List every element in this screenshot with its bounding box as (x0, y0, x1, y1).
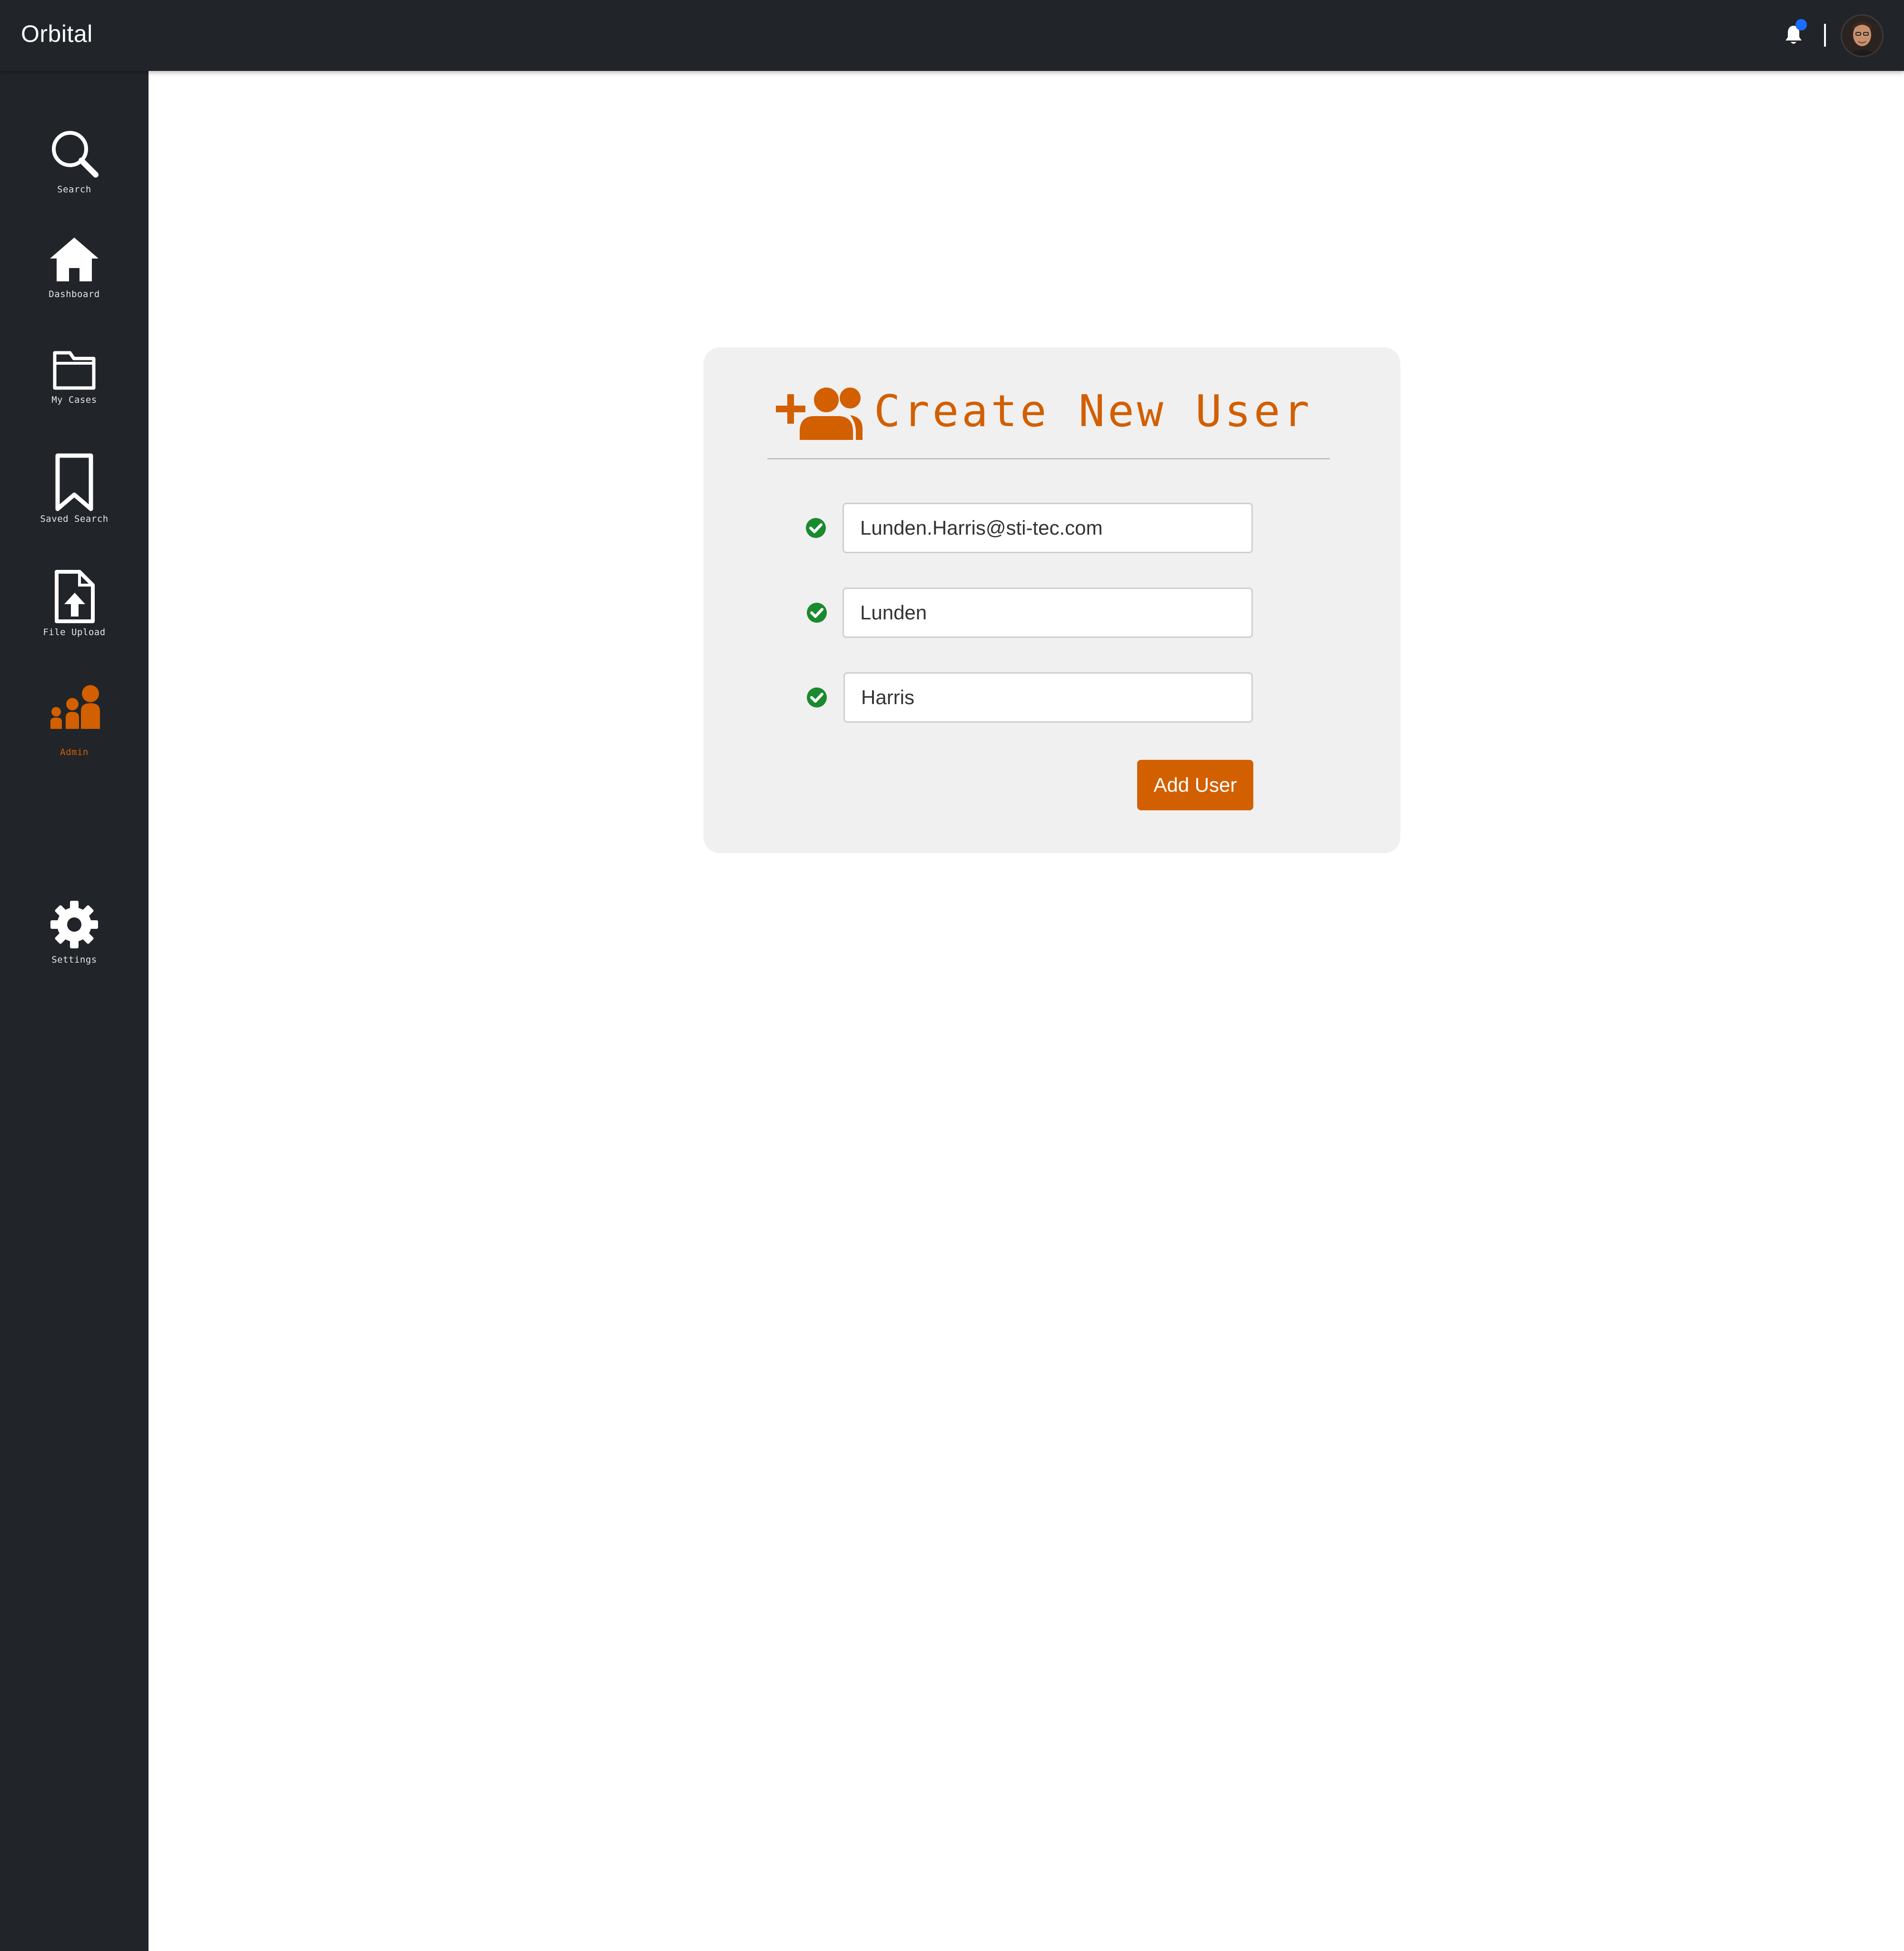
file-upload-icon (0, 569, 149, 624)
users-icon (0, 683, 149, 736)
check-circle-icon (806, 602, 827, 623)
home-icon (0, 235, 149, 287)
sidebar-item-label: Saved Search (40, 514, 109, 524)
sidebar-item-label: Search (57, 184, 91, 195)
sidebar-item-label: File Upload (43, 627, 106, 637)
header-divider (1824, 24, 1826, 47)
last-name-field[interactable] (843, 672, 1253, 723)
avatar[interactable] (1842, 16, 1882, 56)
title-divider (767, 458, 1330, 459)
folder-icon (0, 346, 149, 394)
sidebar-item-file-upload[interactable]: File Upload (0, 569, 149, 637)
add-users-icon (772, 382, 865, 444)
top-bar: Orbital (0, 0, 1904, 71)
email-field[interactable] (843, 503, 1253, 553)
check-circle-icon (806, 687, 827, 708)
sidebar-item-dashboard[interactable]: Dashboard (0, 235, 149, 299)
bookmark-icon (0, 452, 149, 514)
sidebar-item-settings[interactable]: Settings (0, 898, 149, 965)
search-icon (0, 127, 149, 179)
app-title: Orbital (21, 20, 93, 47)
check-circle-icon (805, 518, 826, 538)
create-user-card: Create New User Lunden.Harris@sti-tec.co… (704, 348, 1400, 853)
sidebar: Search Dashboard My Cases Saved Search F… (0, 71, 149, 1951)
sidebar-item-label: My Cases (51, 395, 97, 405)
first-name-field[interactable] (843, 587, 1253, 638)
sidebar-item-saved-search[interactable]: Saved Search (0, 452, 149, 524)
sidebar-item-search[interactable]: Search (0, 127, 149, 195)
sidebar-item-label: Settings (51, 955, 97, 965)
sidebar-item-label: Admin (60, 747, 89, 757)
card-title: Create New User (874, 386, 1312, 437)
sidebar-item-label: Dashboard (49, 289, 100, 299)
gear-icon (0, 898, 149, 951)
notification-badge (1795, 19, 1807, 30)
sidebar-item-admin[interactable]: Admin (0, 683, 149, 757)
sidebar-item-my-cases[interactable]: My Cases (0, 346, 149, 405)
add-user-button[interactable]: Add User (1137, 760, 1253, 810)
